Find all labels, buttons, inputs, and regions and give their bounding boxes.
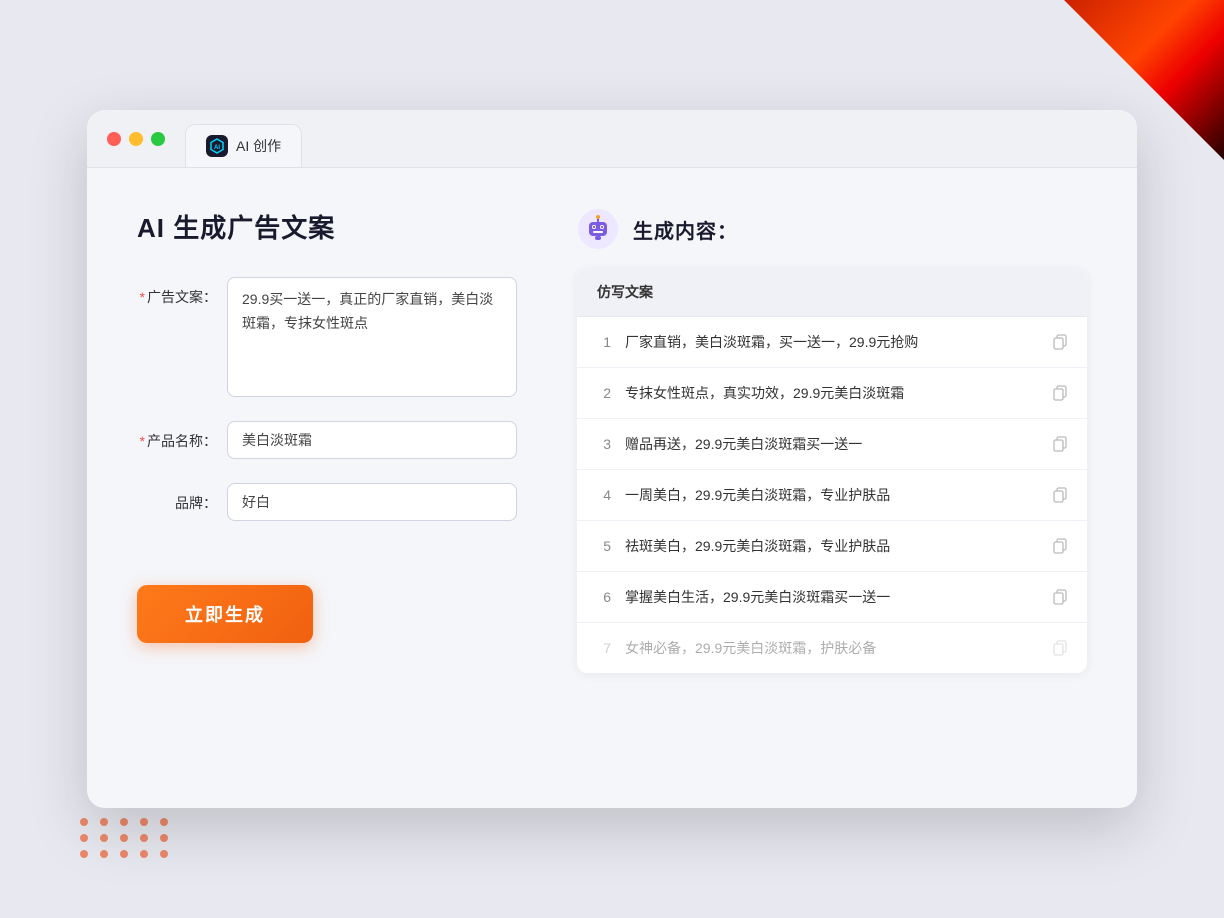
row-text: 一周美白，29.9元美白淡斑霜，专业护肤品: [625, 485, 1035, 506]
table-row: 7 女神必备，29.9元美白淡斑霜，护肤必备: [577, 623, 1087, 673]
panel-title: AI 生成广告文案: [137, 208, 517, 245]
row-number: 2: [593, 385, 611, 401]
row-text: 祛斑美白，29.9元美白淡斑霜，专业护肤品: [625, 536, 1035, 557]
title-bar: AI AI 创作: [87, 110, 1137, 168]
row-number: 1: [593, 334, 611, 350]
minimize-button[interactable]: [129, 132, 143, 146]
row-number: 5: [593, 538, 611, 554]
row-number: 7: [593, 640, 611, 656]
row-text: 掌握美白生活，29.9元美白淡斑霜买一送一: [625, 587, 1035, 608]
close-button[interactable]: [107, 132, 121, 146]
brand-group: 品牌：: [137, 483, 517, 521]
maximize-button[interactable]: [151, 132, 165, 146]
product-name-group: *产品名称：: [137, 421, 517, 459]
brand-input[interactable]: [227, 483, 517, 521]
table-row: 5 祛斑美白，29.9元美白淡斑霜，专业护肤品: [577, 521, 1087, 572]
row-text: 专抹女性斑点，真实功效，29.9元美白淡斑霜: [625, 383, 1035, 404]
copy-icon[interactable]: [1049, 637, 1071, 659]
ad-copy-input[interactable]: 29.9买一送一，真正的厂家直销，美白淡斑霜，专抹女性斑点: [227, 277, 517, 397]
product-name-label: *产品名称：: [137, 421, 217, 451]
results-container: 1 厂家直销，美白淡斑霜，买一送一，29.9元抢购 2 专抹女性斑点，真实功效，…: [577, 317, 1087, 673]
table-row: 2 专抹女性斑点，真实功效，29.9元美白淡斑霜: [577, 368, 1087, 419]
table-row: 3 赠品再送，29.9元美白淡斑霜买一送一: [577, 419, 1087, 470]
right-header: 生成内容：: [577, 208, 1087, 250]
right-panel: 生成内容： 仿写文案 1 厂家直销，美白淡斑霜，买一送一，29.9元抢购 2 专…: [577, 208, 1087, 768]
row-text: 赠品再送，29.9元美白淡斑霜买一送一: [625, 434, 1035, 455]
generate-button[interactable]: 立即生成: [137, 585, 313, 643]
browser-window: AI AI 创作 AI 生成广告文案 *广告文案： 29.9买一送一，真正的厂家…: [87, 110, 1137, 808]
robot-icon: [577, 208, 619, 250]
table-row: 1 厂家直销，美白淡斑霜，买一送一，29.9元抢购: [577, 317, 1087, 368]
svg-text:AI: AI: [214, 145, 220, 151]
brand-label: 品牌：: [137, 483, 217, 513]
bg-decoration-dots: [80, 818, 172, 858]
results-table: 仿写文案 1 厂家直销，美白淡斑霜，买一送一，29.9元抢购 2 专抹女性斑点，…: [577, 268, 1087, 673]
copy-icon[interactable]: [1049, 535, 1071, 557]
window-controls: [107, 124, 165, 167]
copy-icon[interactable]: [1049, 433, 1071, 455]
row-number: 4: [593, 487, 611, 503]
right-panel-title: 生成内容：: [633, 215, 738, 244]
ad-copy-label: *广告文案：: [137, 277, 217, 307]
table-row: 4 一周美白，29.9元美白淡斑霜，专业护肤品: [577, 470, 1087, 521]
ad-copy-group: *广告文案： 29.9买一送一，真正的厂家直销，美白淡斑霜，专抹女性斑点: [137, 277, 517, 397]
row-text: 女神必备，29.9元美白淡斑霜，护肤必备: [625, 638, 1035, 659]
required-star-1: *: [140, 289, 145, 305]
copy-icon[interactable]: [1049, 382, 1071, 404]
product-name-input[interactable]: [227, 421, 517, 459]
results-header: 仿写文案: [577, 268, 1087, 317]
copy-icon[interactable]: [1049, 484, 1071, 506]
ai-tab[interactable]: AI AI 创作: [185, 124, 302, 167]
copy-icon[interactable]: [1049, 331, 1071, 353]
tab-ai-icon: AI: [206, 135, 228, 157]
table-row: 6 掌握美白生活，29.9元美白淡斑霜买一送一: [577, 572, 1087, 623]
row-text: 厂家直销，美白淡斑霜，买一送一，29.9元抢购: [625, 332, 1035, 353]
row-number: 3: [593, 436, 611, 452]
left-panel: AI 生成广告文案 *广告文案： 29.9买一送一，真正的厂家直销，美白淡斑霜，…: [137, 208, 517, 768]
main-content: AI 生成广告文案 *广告文案： 29.9买一送一，真正的厂家直销，美白淡斑霜，…: [87, 168, 1137, 808]
copy-icon[interactable]: [1049, 586, 1071, 608]
required-star-2: *: [140, 433, 145, 449]
row-number: 6: [593, 589, 611, 605]
tab-label: AI 创作: [236, 136, 281, 156]
